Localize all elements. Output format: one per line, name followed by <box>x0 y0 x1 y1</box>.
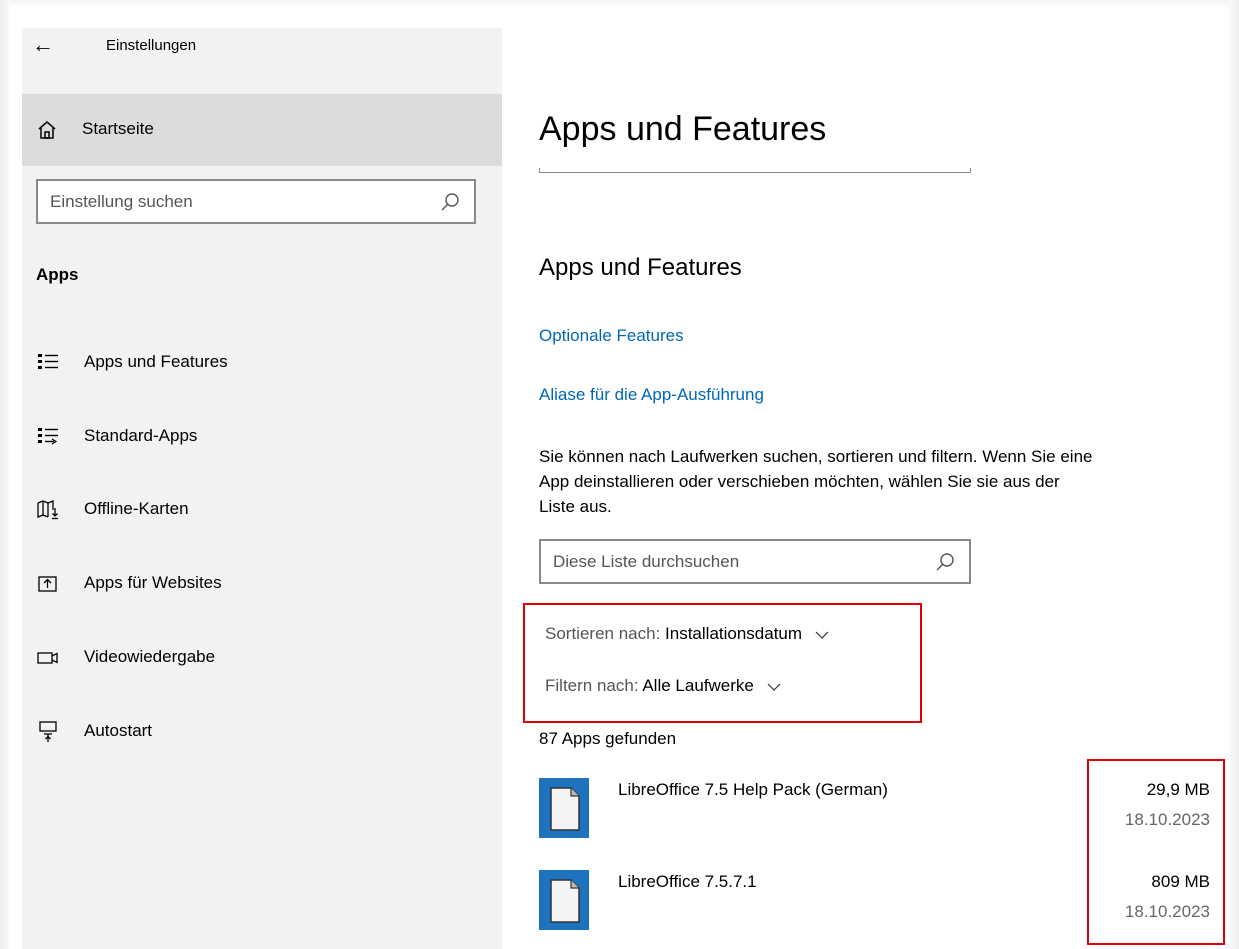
app-name: LibreOffice 7.5 Help Pack (German) <box>618 780 888 799</box>
section-title: Apps und Features <box>539 254 742 281</box>
sidebar-item-apps-features[interactable]: Apps und Features <box>22 338 502 388</box>
window-shadow-left <box>0 0 10 949</box>
apps-found-count: 87 Apps gefunden <box>539 729 677 748</box>
video-playback-icon <box>37 652 58 664</box>
back-button[interactable]: ← <box>32 32 62 62</box>
sidebar-item-label: Apps für Websites <box>84 573 222 592</box>
chevron-down-icon <box>767 683 781 691</box>
sort-value: Installationsdatum <box>665 624 803 643</box>
page-title: Apps und Features <box>539 110 827 148</box>
filter-value: Alle Laufwerke <box>642 676 754 695</box>
apps-features-icon <box>38 354 58 369</box>
optional-features-link[interactable]: Optionale Features <box>539 326 684 346</box>
sidebar-item-apps-websites[interactable]: Apps für Websites <box>22 559 502 609</box>
app-install-date: 18.10.2023 <box>1124 902 1210 921</box>
search-icon[interactable] <box>935 552 955 572</box>
home-icon <box>38 121 56 139</box>
window-shadow-right <box>1229 0 1239 949</box>
app-size: 29,9 MB <box>1146 780 1210 799</box>
sidebar-item-label: Offline-Karten <box>84 499 189 518</box>
app-size: 809 MB <box>1151 872 1210 891</box>
sort-dropdown[interactable]: Sortieren nach: Installationsdatum <box>545 624 829 644</box>
settings-search-box[interactable] <box>36 179 476 224</box>
sidebar-item-startup[interactable]: Autostart <box>22 707 502 757</box>
sidebar-section-apps: Apps <box>36 265 79 284</box>
sidebar-item-label: Apps und Features <box>84 352 228 371</box>
filter-label: Filtern nach: <box>545 676 639 695</box>
apps-websites-icon <box>38 576 57 592</box>
sidebar-item-label: Standard-Apps <box>84 426 198 445</box>
settings-search-input[interactable] <box>50 190 430 214</box>
description-text: Sie können nach Laufwerken suchen, sorti… <box>539 444 1229 519</box>
description-line: Liste aus. <box>539 497 612 516</box>
sidebar-item-home[interactable]: Startseite <box>22 94 502 166</box>
sidebar: ← Einstellungen Startseite Apps <box>22 28 502 949</box>
app-name: LibreOffice 7.5.7.1 <box>618 872 757 891</box>
filter-dropdown[interactable]: Filtern nach: Alle Laufwerke <box>545 676 781 696</box>
window-title: Einstellungen <box>106 37 197 54</box>
title-underline <box>539 168 971 173</box>
startup-icon <box>39 721 57 742</box>
search-icon[interactable] <box>440 192 460 212</box>
sidebar-item-video-playback[interactable]: Videowiedergabe <box>22 633 502 683</box>
offline-maps-icon <box>37 500 58 520</box>
main-content: Apps und Features Apps und Features Opti… <box>502 28 1229 949</box>
default-apps-icon <box>38 428 58 445</box>
app-list-item[interactable]: LibreOffice 7.5 Help Pack (German) 29,9 … <box>539 778 1229 848</box>
back-arrow-icon: ← <box>32 32 54 57</box>
app-aliases-link[interactable]: Aliase für die App-Ausführung <box>539 385 764 405</box>
libreoffice-icon <box>539 870 589 930</box>
libreoffice-icon <box>539 778 589 838</box>
home-label: Startseite <box>82 119 154 138</box>
chevron-down-icon <box>815 631 829 639</box>
sidebar-item-label: Videowiedergabe <box>84 647 216 666</box>
sidebar-item-label: Autostart <box>84 721 153 740</box>
app-list-item[interactable]: LibreOffice 7.5.7.1 809 MB 18.10.2023 <box>539 870 1229 940</box>
list-search-box[interactable] <box>539 539 971 584</box>
sort-label: Sortieren nach: <box>545 624 661 643</box>
description-line: Sie können nach Laufwerken suchen, sorti… <box>539 447 1093 466</box>
highlight-box-sort-filter <box>523 603 922 723</box>
app-install-date: 18.10.2023 <box>1124 810 1210 829</box>
list-search-input[interactable] <box>553 550 923 574</box>
description-line: App deinstallieren oder verschieben möch… <box>539 472 1060 491</box>
sidebar-item-default-apps[interactable]: Standard-Apps <box>22 412 502 462</box>
sidebar-item-offline-maps[interactable]: Offline-Karten <box>22 485 502 535</box>
window-shadow-top <box>8 0 1231 8</box>
window-frame: ← Einstellungen Startseite Apps <box>0 0 1239 949</box>
title-bar: ← Einstellungen <box>22 28 502 68</box>
